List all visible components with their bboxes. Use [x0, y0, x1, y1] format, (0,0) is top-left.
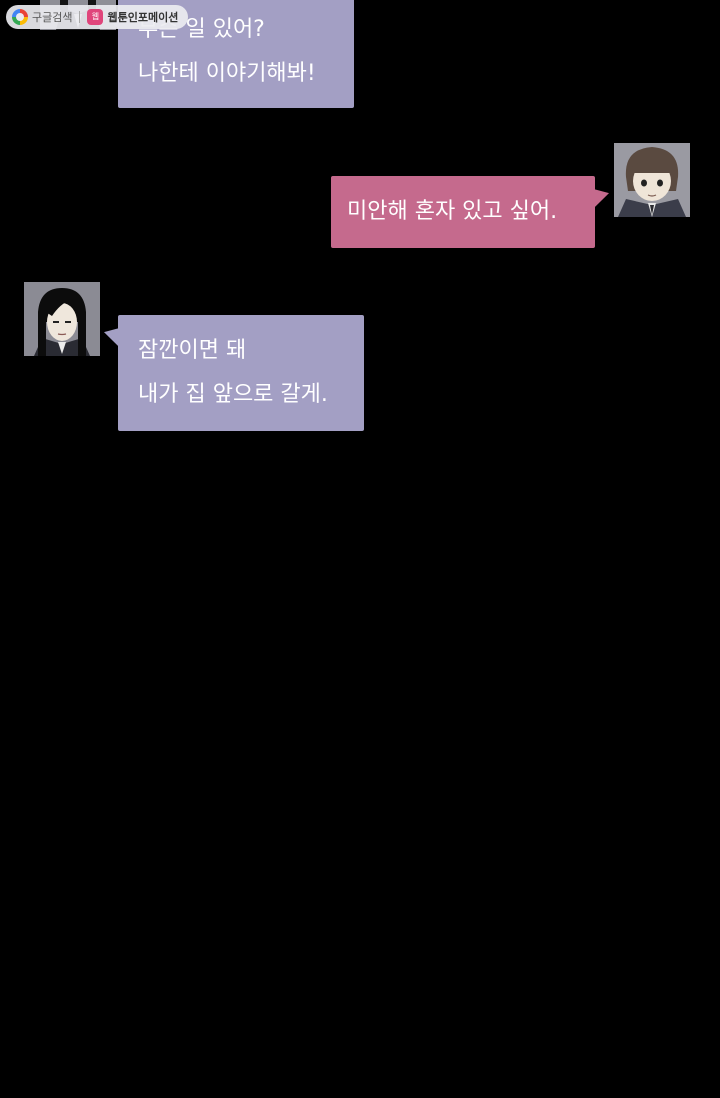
message-line: 미안해 혼자 있고 싶어. — [347, 199, 558, 224]
avatar-right — [614, 143, 690, 217]
search-label: 구글검색 — [32, 11, 73, 24]
brand-logo-icon: 웹 — [87, 9, 104, 25]
message-line: 잠깐이면 돼 — [138, 338, 247, 363]
message-line: 내가 집 앞으로 갈게. — [138, 382, 328, 407]
watermark-badge: 구글검색 웹 웹툰인포메이션 — [6, 5, 189, 29]
message-bubble-3: 잠깐이면 돼 내가 집 앞으로 갈게. — [118, 315, 364, 431]
brand-label: 웹툰인포메이션 — [107, 11, 179, 24]
message-bubble-2: 미안해 혼자 있고 싶어. — [331, 176, 595, 248]
google-icon — [12, 9, 28, 25]
message-line: 나한테 이야기해봐! — [138, 61, 316, 86]
avatar-left — [24, 282, 100, 356]
badge-divider — [79, 11, 81, 23]
